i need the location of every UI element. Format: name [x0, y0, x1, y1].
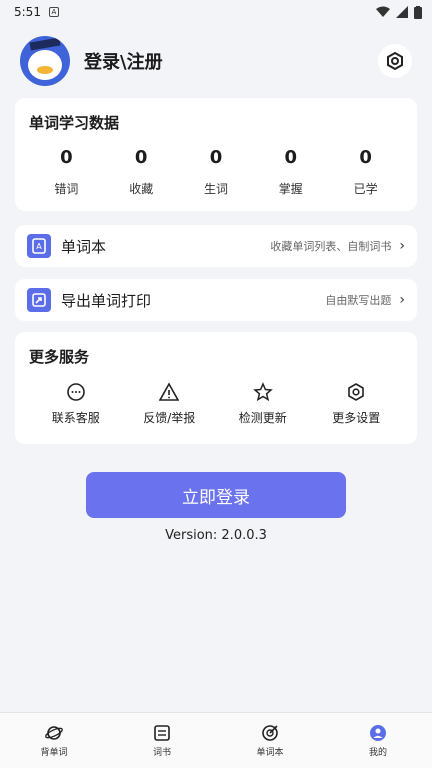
service-label: 反馈/举报: [143, 411, 196, 425]
service-label: 联系客服: [51, 411, 100, 425]
version-text: Version: 2.0.0.3: [165, 528, 267, 543]
avatar-face: [28, 50, 62, 80]
stat-value: 0: [284, 147, 298, 168]
chevron-right-icon: ›: [399, 238, 405, 254]
study-stats-card: 单词学习数据 0 错词 0 收藏 0 生词 0 掌握 0 已学: [15, 98, 417, 211]
battery-icon: [414, 5, 422, 19]
bottom-nav: 背单词 词书 单词本 我的: [0, 712, 432, 768]
book-icon: [154, 725, 170, 741]
stat-learned[interactable]: 0 已学: [328, 147, 403, 197]
target-icon: [262, 725, 278, 741]
service-label: 更多设置: [332, 411, 381, 425]
login-register-title[interactable]: 登录\注册: [84, 48, 163, 74]
stat-value: 0: [134, 147, 148, 168]
wordbook-label: 单词本: [61, 237, 107, 256]
export-label: 导出单词打印: [61, 291, 152, 310]
stat-mastered[interactable]: 0 掌握: [253, 147, 328, 197]
gear-icon: [345, 381, 367, 403]
header: 登录\注册: [0, 24, 432, 98]
login-button[interactable]: 立即登录: [86, 472, 346, 518]
service-label: 检测更新: [238, 411, 287, 425]
export-print-row[interactable]: 导出单词打印 自由默写出题 ›: [15, 279, 417, 321]
stat-label: 错词: [54, 182, 79, 196]
stat-new-words[interactable]: 0 生词: [179, 147, 254, 197]
avatar[interactable]: [20, 36, 70, 86]
nav-memorize-words[interactable]: 背单词: [0, 713, 108, 768]
profile-icon: [370, 725, 386, 741]
svg-text:A: A: [36, 242, 42, 251]
stat-wrong-words[interactable]: 0 错词: [29, 147, 104, 197]
services-title: 更多服务: [29, 348, 90, 366]
stat-value: 0: [60, 147, 73, 168]
nav-wordbook[interactable]: 单词本: [216, 713, 324, 768]
settings-button[interactable]: [378, 44, 412, 78]
services-row: 联系客服 反馈/举报 检测更新 更多设置: [29, 381, 403, 426]
stats-title: 单词学习数据: [29, 114, 120, 132]
stat-value: 0: [359, 147, 372, 168]
hexagon-settings-icon: [387, 51, 403, 71]
more-services-card: 更多服务 联系客服 反馈/举报 检测更新 更多设置: [15, 332, 417, 444]
notification-icon: A: [48, 7, 59, 17]
chevron-right-icon: ›: [399, 292, 405, 308]
nav-label: 单词本: [256, 748, 284, 758]
wordbook-hint: 收藏单词列表、自制词书: [270, 240, 392, 253]
stat-label: 收藏: [129, 182, 154, 196]
wifi-icon: [376, 6, 390, 17]
chat-icon: [65, 381, 87, 403]
check-update-button[interactable]: 检测更新: [216, 381, 310, 426]
stat-label: 掌握: [278, 182, 303, 196]
nav-label: 词书: [152, 748, 171, 758]
planet-icon: [45, 726, 63, 740]
stat-label: 生词: [203, 182, 228, 196]
contact-support-button[interactable]: 联系客服: [29, 381, 123, 426]
wordbook-icon: A: [27, 234, 51, 258]
more-settings-button[interactable]: 更多设置: [310, 381, 404, 426]
status-time: 5:51: [14, 5, 41, 19]
nav-label: 我的: [368, 748, 387, 758]
nav-mine[interactable]: 我的: [324, 713, 432, 768]
stat-label: 已学: [353, 182, 378, 196]
nav-label: 背单词: [40, 748, 68, 758]
export-icon: [27, 288, 51, 312]
feedback-report-button[interactable]: 反馈/举报: [123, 381, 217, 426]
status-bar: 5:51 A: [0, 0, 432, 24]
signal-icon: [396, 6, 408, 18]
avatar-beak: [37, 66, 53, 74]
stat-favorites[interactable]: 0 收藏: [104, 147, 179, 197]
wordbook-row[interactable]: A 单词本 收藏单词列表、自制词书 ›: [15, 225, 417, 267]
stats-row: 0 错词 0 收藏 0 生词 0 掌握 0 已学: [29, 147, 403, 197]
export-hint: 自由默写出题: [325, 294, 392, 307]
warning-icon: [158, 381, 180, 403]
avatar-cap: [29, 37, 61, 51]
nav-word-books[interactable]: 词书: [108, 713, 216, 768]
stat-value: 0: [209, 147, 223, 168]
star-icon: [252, 381, 274, 403]
